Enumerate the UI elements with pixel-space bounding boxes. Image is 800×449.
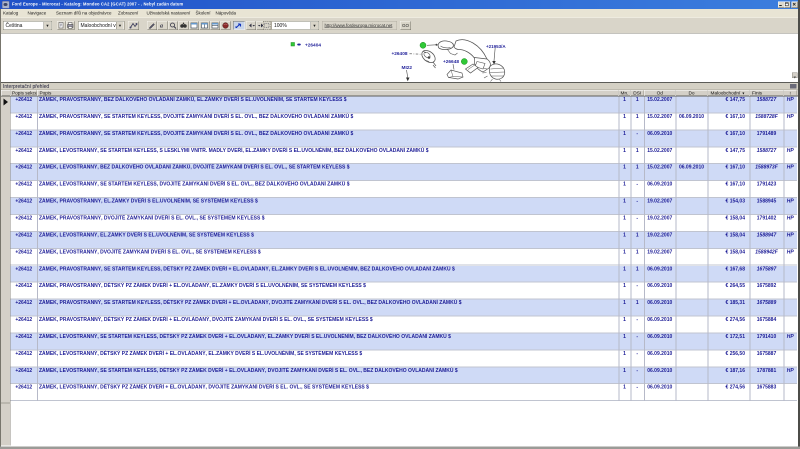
svg-text:a: a <box>160 24 163 30</box>
svg-text:+26404: +26404 <box>305 43 321 49</box>
svg-text:MI22: MI22 <box>402 65 413 71</box>
svg-text:+26648: +26648 <box>443 59 459 65</box>
svg-text:+21953/A: +21953/A <box>486 44 506 49</box>
svg-text:+26408: +26408 <box>392 51 408 57</box>
